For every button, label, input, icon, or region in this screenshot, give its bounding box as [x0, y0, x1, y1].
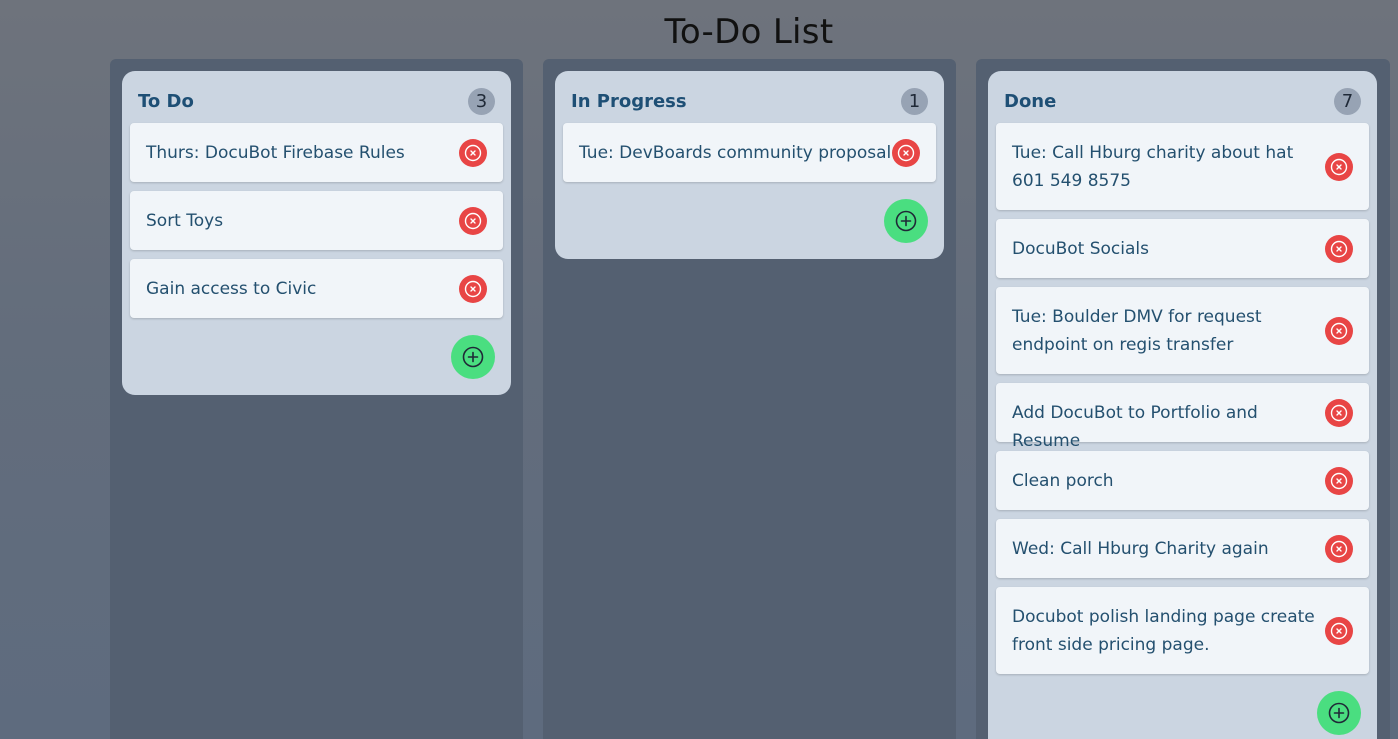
task-card[interactable]: Clean porch — [996, 451, 1369, 510]
task-count-badge: 1 — [901, 88, 928, 115]
circle-plus-icon — [1328, 702, 1350, 724]
task-text: Tue: DevBoards community proposal — [579, 143, 892, 163]
delete-task-button[interactable] — [1325, 153, 1353, 181]
column-card-in-progress: In Progress 1 Tue: DevBoards community p… — [555, 71, 944, 259]
delete-task-button[interactable] — [1325, 317, 1353, 345]
task-text: Add DocuBot to Portfolio and Resume — [1012, 403, 1258, 451]
circle-x-icon — [1330, 472, 1348, 490]
task-card[interactable]: Docubot polish landing page create front… — [996, 587, 1369, 674]
column-card-done: Done 7 Tue: Call Hburg charity about hat… — [988, 71, 1377, 739]
column-in-progress: In Progress 1 Tue: DevBoards community p… — [543, 59, 956, 739]
page-title: To-Do List — [664, 12, 834, 52]
task-text: DocuBot Socials — [1012, 239, 1150, 259]
circle-x-icon — [464, 212, 482, 230]
task-card[interactable]: Tue: Call Hburg charity about hat 601 54… — [996, 123, 1369, 210]
circle-x-icon — [1330, 158, 1348, 176]
kanban-board: To Do 3 Thurs: DocuBot Firebase Rules So… — [0, 59, 1398, 739]
task-text: Sort Toys — [146, 211, 224, 231]
task-count-badge: 3 — [468, 88, 495, 115]
task-text: Tue: Boulder DMV for request endpoint on… — [1012, 307, 1262, 355]
delete-task-button[interactable] — [1325, 617, 1353, 645]
column-title: Done — [1004, 91, 1057, 112]
circle-x-icon — [464, 280, 482, 298]
circle-plus-icon — [462, 346, 484, 368]
delete-task-button[interactable] — [459, 275, 487, 303]
task-card[interactable]: DocuBot Socials — [996, 219, 1369, 278]
task-card[interactable]: Tue: DevBoards community proposal — [563, 123, 936, 182]
task-text: Thurs: DocuBot Firebase Rules — [146, 143, 405, 163]
column-done: Done 7 Tue: Call Hburg charity about hat… — [976, 59, 1390, 739]
column-card-todo: To Do 3 Thurs: DocuBot Firebase Rules So… — [122, 71, 511, 395]
delete-task-button[interactable] — [1325, 467, 1353, 495]
add-task-button[interactable] — [1317, 691, 1361, 735]
task-count-badge: 7 — [1334, 88, 1361, 115]
column-todo: To Do 3 Thurs: DocuBot Firebase Rules So… — [110, 59, 523, 739]
task-text: Gain access to Civic — [146, 279, 317, 299]
delete-task-button[interactable] — [1325, 235, 1353, 263]
task-text: Docubot polish landing page create front… — [1012, 607, 1315, 655]
circle-x-icon — [1330, 622, 1348, 640]
column-title: To Do — [138, 91, 194, 112]
circle-x-icon — [1330, 322, 1348, 340]
circle-x-icon — [464, 144, 482, 162]
circle-x-icon — [897, 144, 915, 162]
circle-x-icon — [1330, 404, 1348, 422]
task-text: Tue: Call Hburg charity about hat 601 54… — [1012, 143, 1294, 191]
add-task-button[interactable] — [884, 199, 928, 243]
task-text: Clean porch — [1012, 471, 1114, 491]
delete-task-button[interactable] — [459, 139, 487, 167]
task-card[interactable]: Thurs: DocuBot Firebase Rules — [130, 123, 503, 182]
delete-task-button[interactable] — [459, 207, 487, 235]
task-card[interactable]: Tue: Boulder DMV for request endpoint on… — [996, 287, 1369, 374]
task-card[interactable]: Gain access to Civic — [130, 259, 503, 318]
delete-task-button[interactable] — [1325, 399, 1353, 427]
task-text: Wed: Call Hburg Charity again — [1012, 539, 1269, 559]
circle-plus-icon — [895, 210, 917, 232]
delete-task-button[interactable] — [1325, 535, 1353, 563]
delete-task-button[interactable] — [892, 139, 920, 167]
circle-x-icon — [1330, 540, 1348, 558]
add-task-button[interactable] — [451, 335, 495, 379]
circle-x-icon — [1330, 240, 1348, 258]
column-title: In Progress — [571, 91, 687, 112]
task-card[interactable]: Wed: Call Hburg Charity again — [996, 519, 1369, 578]
task-card[interactable]: Add DocuBot to Portfolio and Resume — [996, 383, 1369, 451]
task-card[interactable]: Sort Toys — [130, 191, 503, 250]
